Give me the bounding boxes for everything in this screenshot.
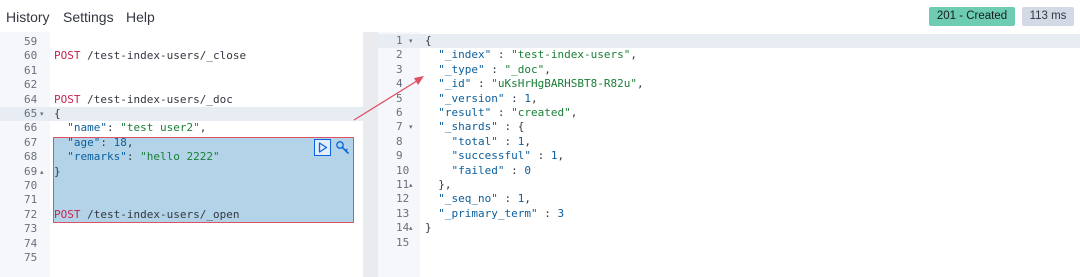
annotation-arrow-overlay [353, 76, 424, 121]
annotation-arrow-line [353, 78, 421, 121]
annotation-arrowhead [414, 76, 424, 85]
